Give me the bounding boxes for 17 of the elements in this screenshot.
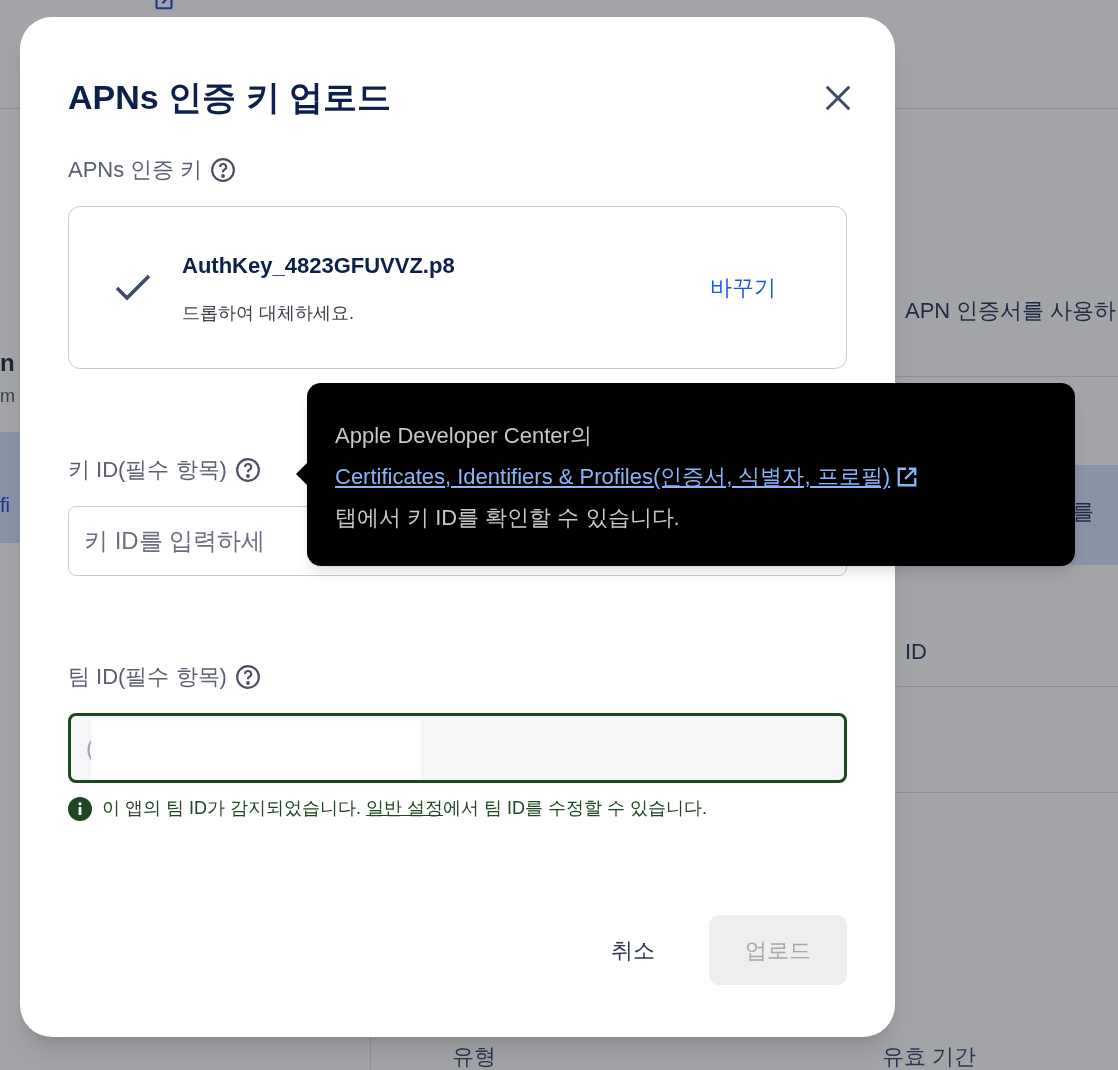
page-text: fi [0, 493, 10, 518]
drop-hint: 드롭하여 대체하세요. [182, 301, 355, 325]
page-text: 를 [1072, 498, 1094, 526]
column-header: 유효 기간 [882, 1043, 977, 1070]
column-header: 유형 [452, 1043, 496, 1070]
file-name: AuthKey_4823GFUVVZ.p8 [182, 251, 456, 280]
info-message: 이 앱의 팀 ID가 감지되었습니다. 일반 설정에서 팀 ID를 수정할 수 있습니다. [102, 797, 708, 820]
field-label: 키 ID(필수 항목) [68, 456, 227, 484]
tooltip-text: Apple Developer Center의 [335, 422, 593, 450]
dialog-title: APNs 인증 키 업로드 [68, 77, 392, 118]
page-text: APN 인증서를 사용하 [905, 297, 1117, 325]
tooltip-text: 탭에서 키 ID를 확인할 수 있습니다. [335, 504, 681, 532]
field-label: 팀 ID(필수 항목) [68, 663, 227, 691]
field-label: APNs 인증 키 [68, 156, 203, 184]
page-text: m [0, 385, 15, 408]
column-header: ID [905, 638, 927, 666]
page-text: n [0, 348, 15, 378]
